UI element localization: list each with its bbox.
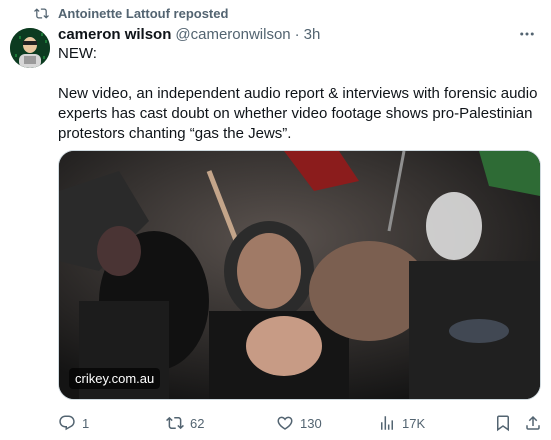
video-thumbnail <box>59 151 540 399</box>
tweet-header: cameron wilson @cameronwilson · 3h <box>58 24 320 44</box>
tweet-actions: 1 62 130 17K <box>58 410 542 436</box>
bookmark-button[interactable] <box>494 410 512 436</box>
media-source-label: crikey.com.au <box>69 368 161 389</box>
share-icon <box>526 415 540 430</box>
views-button[interactable]: 17K <box>378 410 425 436</box>
bookmark-icon <box>497 415 509 432</box>
more-options-button[interactable] <box>515 24 539 44</box>
separator-dot: · <box>294 25 300 43</box>
repost-text: Antoinette Lattouf reposted <box>58 5 229 21</box>
share-button[interactable] <box>524 410 542 436</box>
timestamp[interactable]: 3h <box>304 26 321 43</box>
author-display-name[interactable]: cameron wilson <box>58 26 171 43</box>
video-media[interactable]: crikey.com.au <box>58 150 541 400</box>
repost-action-icon <box>166 416 184 430</box>
view-count: 17K <box>402 415 426 431</box>
views-icon <box>381 416 393 430</box>
like-count: 130 <box>300 415 322 431</box>
author-handle[interactable]: @cameronwilson <box>175 26 290 43</box>
tweet-line-2: New video, an independent audio report &… <box>58 85 538 142</box>
like-button[interactable]: 130 <box>276 410 322 436</box>
reply-button[interactable]: 1 <box>58 410 89 436</box>
tweet-line-1: NEW: <box>58 45 97 62</box>
repost-icon <box>34 7 49 19</box>
repost-button[interactable]: 62 <box>166 410 204 436</box>
reply-icon <box>59 415 75 431</box>
heart-icon <box>277 416 293 430</box>
repost-indicator[interactable]: Antoinette Lattouf reposted <box>34 4 228 22</box>
reply-count: 1 <box>82 415 90 431</box>
avatar[interactable] <box>10 28 50 68</box>
more-icon <box>520 32 534 36</box>
tweet-text: NEW: New video, an independent audio rep… <box>58 44 538 144</box>
repost-count: 62 <box>190 415 205 431</box>
